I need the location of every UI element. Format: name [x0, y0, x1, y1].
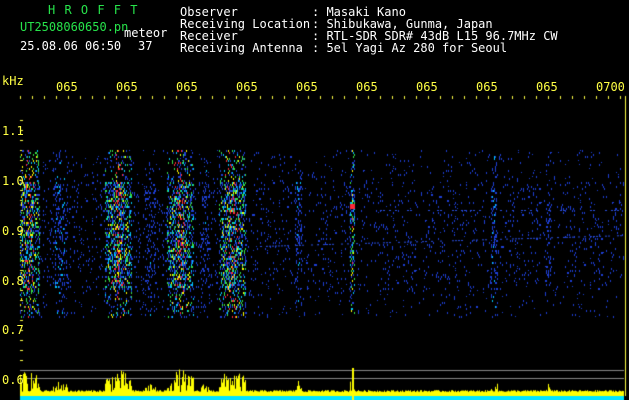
type-label: meteor [124, 26, 168, 40]
y-tick-0.8: 0.8 [2, 274, 24, 288]
x-tick-5: 065 [296, 80, 318, 94]
x-tick-9: 065 [536, 80, 558, 94]
app-title: H R O F F T [48, 3, 139, 17]
y-tick-1.1: 1.1 [2, 124, 24, 138]
y-unit-label: kHz [2, 74, 24, 88]
x-tick-4: 065 [236, 80, 258, 94]
spectrogram-canvas [0, 0, 629, 400]
y-tick-0.7: 0.7 [2, 323, 24, 337]
file-name: UT2508060650.pn [20, 20, 129, 34]
x-tick-8: 065 [476, 80, 498, 94]
y-tick-0.9: 0.9 [2, 224, 24, 238]
antenna-label: Receiving Antenna [180, 41, 303, 55]
event-count: 37 [138, 39, 153, 53]
x-tick-7: 065 [416, 80, 438, 94]
x-tick-1: 065 [56, 80, 78, 94]
x-tick-3: 065 [176, 80, 198, 94]
y-tick-1.0: 1.0 [2, 174, 24, 188]
timestamp: 25.08.06 06:50 [20, 39, 122, 53]
y-tick-0.6: 0.6 [2, 373, 24, 387]
x-tick-10: 0700 [596, 80, 625, 94]
x-tick-6: 065 [356, 80, 378, 94]
x-tick-2: 065 [116, 80, 138, 94]
antenna-value: : 5el Yagi Az 280 for Seoul [312, 41, 508, 55]
